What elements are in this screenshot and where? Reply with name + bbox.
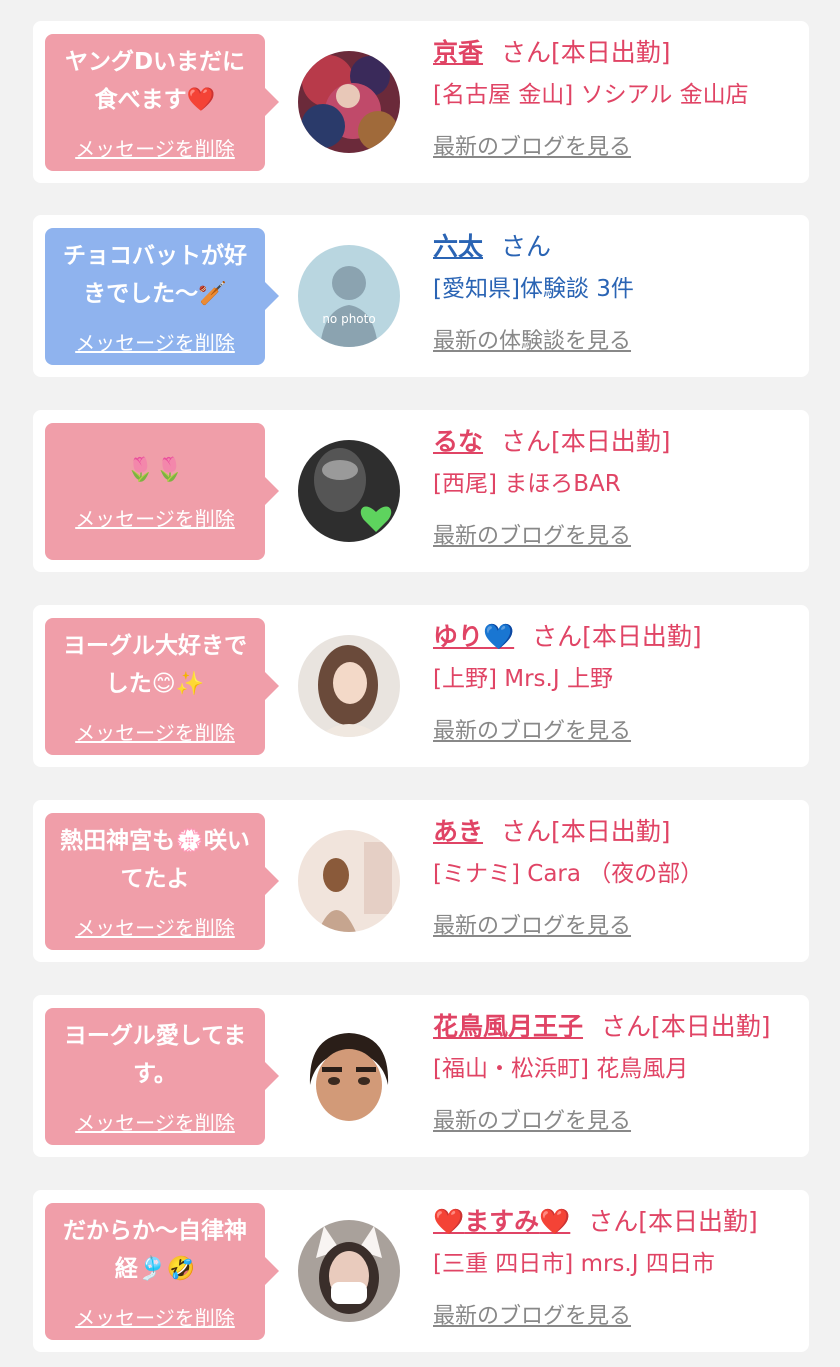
shop-info: [福山・松浜町] 花鳥風月 xyxy=(433,1056,689,1082)
member-name-link[interactable]: 六太 xyxy=(433,232,483,261)
delete-message-link[interactable]: メッセージを削除 xyxy=(75,503,235,532)
avatar[interactable] xyxy=(298,830,400,932)
member-name-link[interactable]: 京香 xyxy=(433,38,483,67)
message-card: ヨーグル愛してま す。 メッセージを削除 花鳥風月王子 さん[本日出勤] [福山・… xyxy=(33,995,809,1157)
shop-info: [三重 四日市] mrs.J 四日市 xyxy=(433,1251,715,1277)
message-bubble: チョコバットが好 きでした〜🏏 メッセージを削除 xyxy=(45,228,279,365)
latest-blog-link[interactable]: 最新のブログを見る xyxy=(433,713,631,745)
delete-message-link[interactable]: メッセージを削除 xyxy=(75,1302,235,1331)
name-suffix: さん[本日出勤] xyxy=(532,622,702,651)
latest-blog-link[interactable]: 最新のブログを見る xyxy=(433,908,631,940)
message-text: ヨーグル大好きで した😊✨ xyxy=(63,633,247,697)
message-text: 🌷🌷 xyxy=(53,451,257,489)
avatar[interactable] xyxy=(298,1025,400,1127)
delete-message-link[interactable]: メッセージを削除 xyxy=(75,912,235,941)
message-card: 熱田神宮も💮咲い てたよ メッセージを削除 あき さん[本日出勤] [ミナミ] C… xyxy=(33,800,809,962)
heart-emoji: ❤️ xyxy=(186,87,216,113)
latest-blog-link[interactable]: 最新のブログを見る xyxy=(433,1298,631,1330)
name-suffix: さん[本日出勤] xyxy=(501,427,671,456)
member-name-link[interactable]: ❤️ますみ❤️ xyxy=(433,1207,570,1236)
latest-blog-link[interactable]: 最新のブログを見る xyxy=(433,518,631,550)
tulip-emoji: 🌷🌷 xyxy=(126,457,184,483)
avatar[interactable] xyxy=(298,635,400,737)
no-photo-text: no photo xyxy=(322,312,375,326)
shop-info: [西尾] まほろBAR xyxy=(433,471,621,497)
avatar[interactable] xyxy=(298,51,400,153)
message-text: 熱田神宮も💮咲い てたよ xyxy=(60,828,250,892)
delete-message-link[interactable]: メッセージを削除 xyxy=(75,717,235,746)
latest-review-link[interactable]: 最新の体験談を見る xyxy=(433,323,631,355)
message-text: ヤングDいまだに 食べます❤️ xyxy=(64,49,246,113)
heart-emoji: ❤️ xyxy=(539,1207,571,1236)
delete-message-link[interactable]: メッセージを削除 xyxy=(75,1107,235,1136)
message-bubble: だからか〜自律神 経🎐🤣 メッセージを削除 xyxy=(45,1203,279,1340)
latest-blog-link[interactable]: 最新のブログを見る xyxy=(433,129,631,161)
shop-info: [愛知県]体験談 3件 xyxy=(433,276,634,302)
flower-emoji: 💮 xyxy=(175,828,204,854)
name-suffix: さん[本日出勤] xyxy=(501,38,671,67)
member-name-link[interactable]: ゆり💙 xyxy=(433,622,514,651)
message-text: だからか〜自律神 経🎐🤣 xyxy=(63,1218,247,1282)
message-bubble: 🌷🌷 メッセージを削除 xyxy=(45,423,279,560)
message-text: チョコバットが好 きでした〜🏏 xyxy=(63,243,247,307)
message-bubble: 熱田神宮も💮咲い てたよ メッセージを削除 xyxy=(45,813,279,950)
latest-blog-link[interactable]: 最新のブログを見る xyxy=(433,1103,631,1135)
shop-info: [上野] Mrs.J 上野 xyxy=(433,666,613,692)
avatar[interactable] xyxy=(298,440,400,542)
message-card: ヨーグル大好きで した😊✨ メッセージを削除 ゆり💙 さん[本日出勤] [上野] … xyxy=(33,605,809,767)
delete-message-link[interactable]: メッセージを削除 xyxy=(75,327,235,356)
no-photo-avatar[interactable]: no photo xyxy=(298,245,400,347)
member-name-link[interactable]: 花鳥風月王子 xyxy=(433,1012,583,1041)
message-text: ヨーグル愛してま す。 xyxy=(63,1023,247,1087)
message-card: だからか〜自律神 経🎐🤣 メッセージを削除 ❤️ますみ❤️ さん[本日出勤] [三… xyxy=(33,1190,809,1352)
name-suffix: さん[本日出勤] xyxy=(588,1207,758,1236)
name-suffix: さん[本日出勤] xyxy=(601,1012,771,1041)
shop-info: [名古屋 金山] ソシアル 金山店 xyxy=(433,82,749,108)
heart-emoji: ❤️ xyxy=(433,1207,465,1236)
message-bubble: ヨーグル大好きで した😊✨ メッセージを削除 xyxy=(45,618,279,755)
delete-message-link[interactable]: メッセージを削除 xyxy=(75,133,235,162)
message-card: ヤングDいまだに 食べます❤️ メッセージを削除 京香 さん[本日出勤] [名古屋… xyxy=(33,21,809,183)
smile-sparkle-emoji: 😊✨ xyxy=(151,671,205,697)
message-bubble: ヤングDいまだに 食べます❤️ メッセージを削除 xyxy=(45,34,279,171)
cricket-bat-emoji: 🏏 xyxy=(198,281,227,307)
shop-info: [ミナミ] Cara （夜の部） xyxy=(433,861,704,887)
laugh-emoji: 🎐🤣 xyxy=(137,1256,196,1282)
name-suffix: さん xyxy=(501,232,552,261)
message-card: チョコバットが好 きでした〜🏏 メッセージを削除 no photo 六太 さん [… xyxy=(33,215,809,377)
message-bubble: ヨーグル愛してま す。 メッセージを削除 xyxy=(45,1008,279,1145)
message-card: 🌷🌷 メッセージを削除 るな さん[本日出勤] [西尾] まほろBAR 最新のブロ… xyxy=(33,410,809,572)
name-suffix: さん[本日出勤] xyxy=(501,817,671,846)
member-name-link[interactable]: るな xyxy=(433,427,483,456)
blue-heart-emoji: 💙 xyxy=(483,622,515,651)
member-name-link[interactable]: あき xyxy=(433,817,483,846)
avatar[interactable] xyxy=(298,1220,400,1322)
